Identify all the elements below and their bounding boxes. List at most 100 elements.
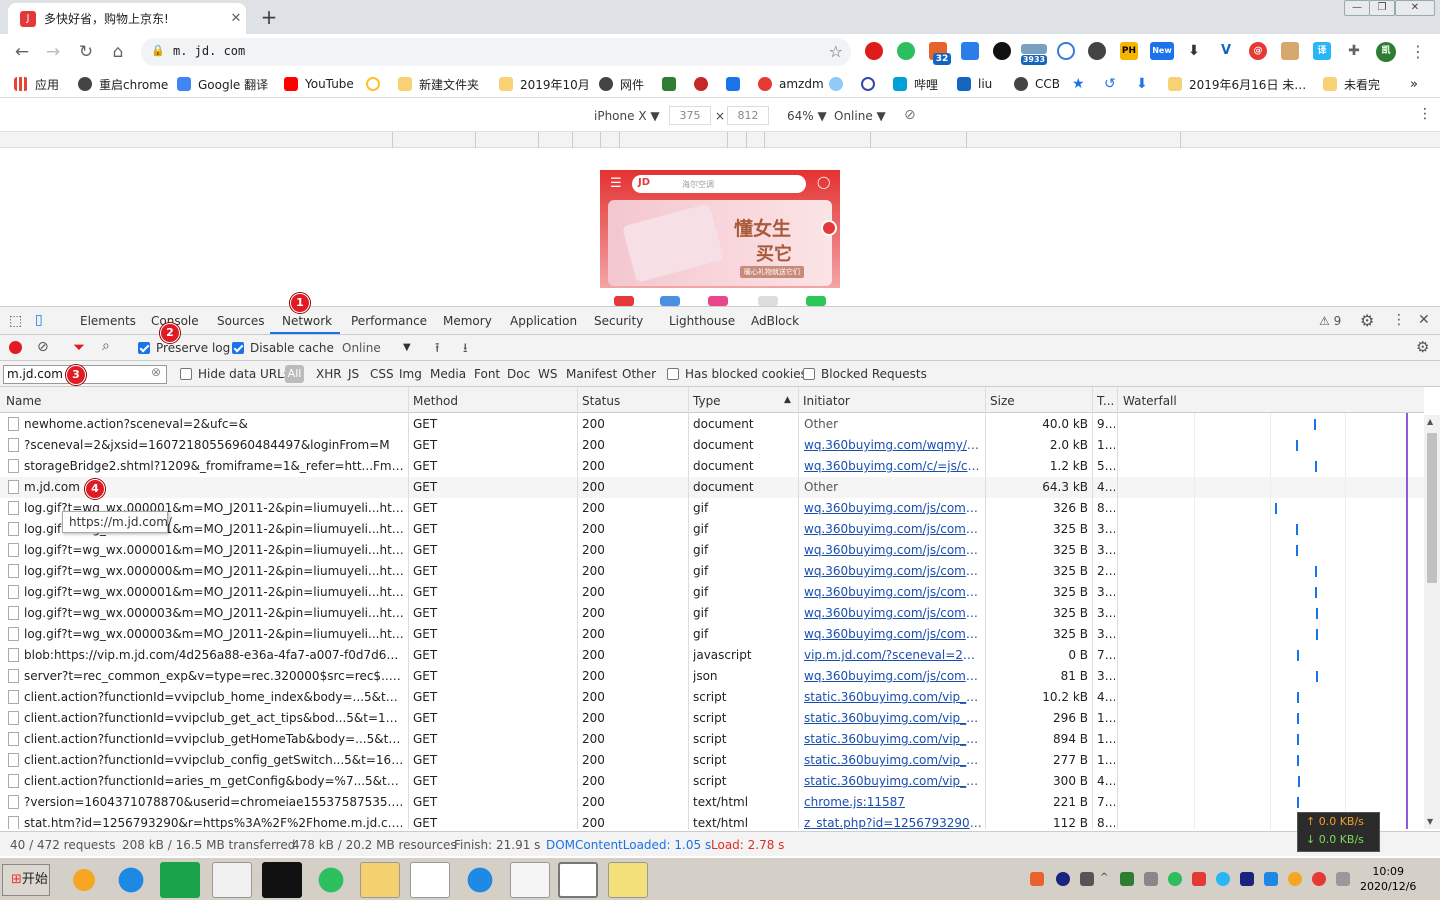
new-tab-button[interactable]: +: [256, 5, 282, 29]
bookmark-youtube[interactable]: YouTube: [284, 75, 354, 93]
table-row[interactable]: log.gif?t=wg_wx.000001&m=MO_J2011-2&pin=…: [0, 519, 1424, 540]
window-maximize-button[interactable]: ❐: [1369, 0, 1395, 16]
request-name[interactable]: client.action?functionId=aries_m_getConf…: [24, 774, 404, 788]
header-time[interactable]: T...: [1097, 394, 1114, 408]
chrome-menu-icon[interactable]: ⋮: [1406, 40, 1430, 64]
tray-app-icon[interactable]: [1240, 872, 1254, 886]
table-row[interactable]: log.gif?t=wg_wx.000001&m=MO_J2011-2&pin=…: [0, 582, 1424, 603]
category-icon[interactable]: [660, 296, 680, 306]
device-toggle-icon[interactable]: ▯: [35, 312, 43, 328]
initiator-link[interactable]: static.360buyimg.com/vip_misc...: [804, 690, 982, 704]
profile-avatar[interactable]: 凯: [1376, 42, 1396, 62]
tray-app-icon[interactable]: [1264, 872, 1278, 886]
home-icon[interactable]: ⌂: [106, 40, 130, 64]
column-divider[interactable]: [577, 387, 578, 829]
download-icon[interactable]: ⬇: [1136, 75, 1148, 93]
initiator-link[interactable]: wq.360buyimg.com/c/=js/com...: [804, 459, 982, 473]
tray-app-icon[interactable]: [1288, 872, 1302, 886]
tray-app-icon[interactable]: [1216, 872, 1230, 886]
bookmark-bilibili[interactable]: 哔哩: [893, 75, 938, 93]
tab-adblock[interactable]: AdBlock: [751, 314, 799, 328]
table-row[interactable]: client.action?functionId=vvipclub_get_ac…: [0, 708, 1424, 729]
table-row[interactable]: m.jd.com GET 200 document Other 64.3 kB 4...: [0, 477, 1424, 498]
bookmarks-overflow-chevron-icon[interactable]: »: [1410, 75, 1418, 93]
filter-doc-button[interactable]: Doc: [507, 367, 530, 381]
column-divider[interactable]: [798, 387, 799, 829]
extension-red-icon[interactable]: [865, 42, 883, 60]
throttle-dropdown[interactable]: Online: [342, 341, 381, 355]
initiator-link[interactable]: wq.360buyimg.com/js/common...: [804, 543, 982, 557]
bookmark-folder-unfinished[interactable]: 未看完: [1323, 75, 1380, 93]
user-icon[interactable]: ◯: [817, 175, 830, 189]
header-method[interactable]: Method: [413, 394, 458, 408]
rotate-icon[interactable]: ⊘: [904, 107, 916, 123]
chrome-taskbar-icon[interactable]: [558, 862, 598, 898]
forward-arrow-icon[interactable]: →: [41, 40, 65, 64]
request-name[interactable]: client.action?functionId=vvipclub_getHom…: [24, 732, 404, 746]
header-size[interactable]: Size: [990, 394, 1015, 408]
has-blocked-cookies-checkbox[interactable]: [667, 368, 679, 380]
category-icon[interactable]: [614, 296, 634, 306]
device-height-input[interactable]: 812: [727, 106, 769, 125]
download-arrow-icon[interactable]: ⬇: [1185, 42, 1203, 60]
table-row[interactable]: storageBridge2.shtml?1209&_fromiframe=1&…: [0, 456, 1424, 477]
bookmark-folder-2019-6-16[interactable]: 2019年6月16日 未…: [1168, 75, 1306, 93]
clear-icon[interactable]: ⊘: [37, 339, 49, 355]
header-waterfall[interactable]: Waterfall: [1123, 394, 1177, 408]
blocked-requests-checkbox[interactable]: [803, 368, 815, 380]
promo-banner[interactable]: 懂女生 买它 暖心礼物就送它们: [608, 200, 832, 286]
typora-icon[interactable]: [510, 862, 550, 898]
volume-icon[interactable]: [1336, 872, 1350, 886]
notepad-icon[interactable]: [212, 862, 252, 898]
initiator-link[interactable]: wq.360buyimg.com/js/common...: [804, 585, 982, 599]
table-row[interactable]: log.gif?t=wg_wx.000001&m=MO_J2011-2&pin=…: [0, 498, 1424, 519]
initiator-link[interactable]: chrome.js:11587: [804, 795, 982, 809]
tab-memory[interactable]: Memory: [443, 314, 492, 328]
bookmark-new-folder[interactable]: 新建文件夹: [398, 75, 479, 93]
table-row[interactable]: newhome.action?sceneval=2&ufc=& GET 200 doc…: [0, 414, 1424, 435]
bookmark-apps[interactable]: 应用: [14, 75, 59, 93]
extension-v-icon[interactable]: V: [1217, 42, 1235, 60]
extension-blue-icon[interactable]: [961, 42, 979, 60]
show-hidden-icons[interactable]: ^: [1100, 872, 1114, 886]
menu-icon[interactable]: ☰: [610, 176, 622, 191]
baidu-netdisk-icon[interactable]: [410, 862, 450, 898]
table-row[interactable]: log.gif?t=wg_wx.000003&m=MO_J2011-2&pin=…: [0, 603, 1424, 624]
search-icon[interactable]: ⌕: [102, 338, 110, 354]
column-divider[interactable]: [985, 387, 986, 829]
filter-xhr-button[interactable]: XHR: [316, 367, 342, 381]
initiator-link[interactable]: static.360buyimg.com/vip_misc...: [804, 753, 982, 767]
request-name[interactable]: client.action?functionId=vvipclub_get_ac…: [24, 711, 404, 725]
evernote-tray-icon[interactable]: [1168, 872, 1182, 886]
filter-font-button[interactable]: Font: [474, 367, 500, 381]
network-settings-gear-icon[interactable]: ⚙: [1416, 338, 1429, 356]
tab-application[interactable]: Application: [510, 314, 577, 328]
evernote-icon[interactable]: [897, 42, 915, 60]
browser-tab-jd[interactable]: J 多快好省，购物上京东! ✕: [8, 3, 246, 34]
chevron-down-icon[interactable]: ▼: [403, 342, 411, 353]
preserve-log-checkbox[interactable]: [138, 342, 150, 354]
help-tray-icon[interactable]: [1056, 872, 1070, 886]
table-row[interactable]: log.gif?t=wg_wx.000000&m=MO_J2011-2&pin=…: [0, 561, 1424, 582]
media-player-icon[interactable]: [460, 862, 500, 898]
table-row[interactable]: log.gif?t=wg_wx.000003&m=MO_J2011-2&pin=…: [0, 624, 1424, 645]
wps-icon[interactable]: [160, 862, 200, 898]
import-har-icon[interactable]: ⭱: [435, 339, 440, 361]
request-name[interactable]: ?sceneval=2&jxsid=16072180556960484497&l…: [24, 438, 404, 452]
bookmark-star-icon[interactable]: ☆: [829, 42, 843, 61]
request-name[interactable]: storageBridge2.shtml?1209&_fromiframe=1&…: [24, 459, 404, 473]
tab-sources[interactable]: Sources: [217, 314, 264, 328]
scroll-down-icon[interactable]: ▼: [1427, 817, 1433, 826]
sogou-tray-icon[interactable]: [1030, 872, 1044, 886]
tray-app-icon[interactable]: [1120, 872, 1134, 886]
table-row[interactable]: blob:https://vip.m.jd.com/4d256a88-e36a-…: [0, 645, 1424, 666]
puzzle-extensions-icon[interactable]: ✚: [1345, 42, 1363, 60]
bookmark-star-icon[interactable]: ★: [1072, 75, 1085, 93]
request-name[interactable]: m.jd.com: [24, 480, 404, 494]
bookmark-icon-f[interactable]: [861, 75, 882, 93]
table-row[interactable]: stat.htm?id=1256793290&r=https%3A%2F%2Fh…: [0, 813, 1424, 829]
edge-browser-icon[interactable]: [111, 862, 151, 898]
initiator-link[interactable]: vip.m.jd.com/?sceneval=2&jxsi...: [804, 648, 982, 662]
bookmark-folder-2019-10[interactable]: 2019年10月: [499, 75, 590, 93]
device-select[interactable]: iPhone X ▼: [594, 109, 660, 123]
